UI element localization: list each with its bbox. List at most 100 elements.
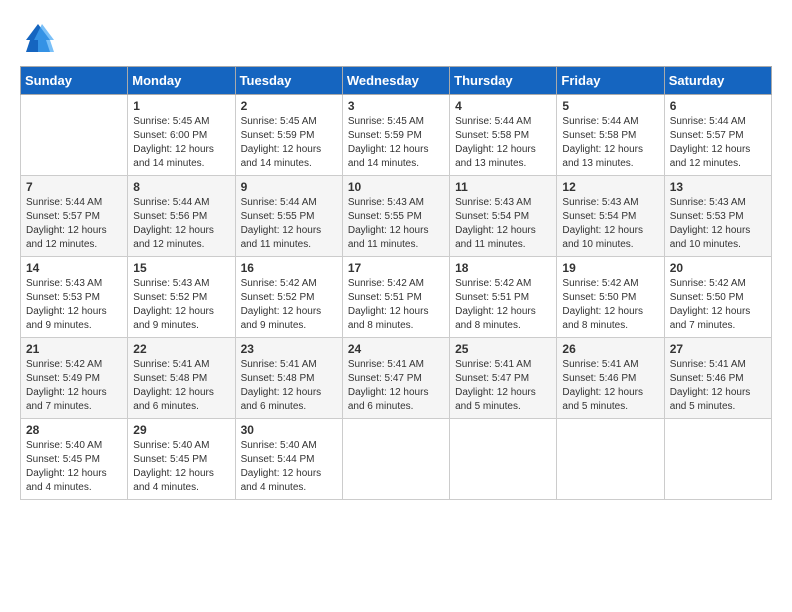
day-info: Sunrise: 5:43 AM Sunset: 5:53 PM Dayligh…	[26, 277, 122, 333]
day-info: Sunrise: 5:41 AM Sunset: 5:47 PM Dayligh…	[348, 358, 444, 414]
day-info: Sunrise: 5:45 AM Sunset: 6:00 PM Dayligh…	[133, 115, 229, 171]
calendar-cell: 26 Sunrise: 5:41 AM Sunset: 5:46 PM Dayli…	[557, 338, 664, 419]
calendar-header-wednesday: Wednesday	[342, 67, 449, 95]
day-number: 2	[241, 99, 337, 113]
calendar-cell: 27 Sunrise: 5:41 AM Sunset: 5:46 PM Dayli…	[664, 338, 771, 419]
calendar-table: SundayMondayTuesdayWednesdayThursdayFrid…	[20, 66, 772, 500]
calendar-cell: 16Sunrise: 5:42 AM Sunset: 5:52 PM Dayli…	[235, 257, 342, 338]
calendar-cell: 22 Sunrise: 5:41 AM Sunset: 5:48 PM Dayli…	[128, 338, 235, 419]
day-number: 8	[133, 180, 229, 194]
calendar-cell: 7 Sunrise: 5:44 AM Sunset: 5:57 PM Daylig…	[21, 176, 128, 257]
day-info: Sunrise: 5:43 AM Sunset: 5:52 PM Dayligh…	[133, 277, 229, 333]
day-info: Sunrise: 5:44 AM Sunset: 5:57 PM Dayligh…	[26, 196, 122, 252]
day-number: 14	[26, 261, 122, 275]
day-info: Sunrise: 5:42 AM Sunset: 5:51 PM Dayligh…	[455, 277, 551, 333]
day-number: 12	[562, 180, 658, 194]
calendar-cell: 14 Sunrise: 5:43 AM Sunset: 5:53 PM Dayli…	[21, 257, 128, 338]
calendar-cell: 24 Sunrise: 5:41 AM Sunset: 5:47 PM Dayli…	[342, 338, 449, 419]
calendar-cell	[450, 419, 557, 500]
calendar-week-row: 14 Sunrise: 5:43 AM Sunset: 5:53 PM Dayli…	[21, 257, 772, 338]
calendar-cell: 3 Sunrise: 5:45 AM Sunset: 5:59 PM Daylig…	[342, 95, 449, 176]
calendar-cell: 6 Sunrise: 5:44 AM Sunset: 5:57 PM Daylig…	[664, 95, 771, 176]
day-number: 9	[241, 180, 337, 194]
day-number: 22	[133, 342, 229, 356]
day-number: 24	[348, 342, 444, 356]
calendar-cell: 13 Sunrise: 5:43 AM Sunset: 5:53 PM Dayli…	[664, 176, 771, 257]
day-info: Sunrise: 5:41 AM Sunset: 5:48 PM Dayligh…	[133, 358, 229, 414]
day-number: 15	[133, 261, 229, 275]
calendar-cell: 18 Sunrise: 5:42 AM Sunset: 5:51 PM Dayli…	[450, 257, 557, 338]
calendar-cell: 30 Sunrise: 5:40 AM Sunset: 5:44 PM Dayli…	[235, 419, 342, 500]
day-number: 6	[670, 99, 766, 113]
calendar-header-monday: Monday	[128, 67, 235, 95]
day-number: 27	[670, 342, 766, 356]
day-number: 1	[133, 99, 229, 113]
day-info: Sunrise: 5:41 AM Sunset: 5:46 PM Dayligh…	[562, 358, 658, 414]
day-info: Sunrise: 5:43 AM Sunset: 5:54 PM Dayligh…	[562, 196, 658, 252]
calendar-week-row: 21Sunrise: 5:42 AM Sunset: 5:49 PM Dayli…	[21, 338, 772, 419]
calendar-cell: 2 Sunrise: 5:45 AM Sunset: 5:59 PM Daylig…	[235, 95, 342, 176]
calendar-header-row: SundayMondayTuesdayWednesdayThursdayFrid…	[21, 67, 772, 95]
calendar-week-row: 7 Sunrise: 5:44 AM Sunset: 5:57 PM Daylig…	[21, 176, 772, 257]
calendar-cell: 5 Sunrise: 5:44 AM Sunset: 5:58 PM Daylig…	[557, 95, 664, 176]
calendar-cell	[342, 419, 449, 500]
day-info: Sunrise: 5:42 AM Sunset: 5:49 PM Dayligh…	[26, 358, 122, 414]
day-info: Sunrise: 5:45 AM Sunset: 5:59 PM Dayligh…	[348, 115, 444, 171]
day-number: 29	[133, 423, 229, 437]
calendar-cell: 19 Sunrise: 5:42 AM Sunset: 5:50 PM Dayli…	[557, 257, 664, 338]
calendar-cell: 10Sunrise: 5:43 AM Sunset: 5:55 PM Dayli…	[342, 176, 449, 257]
calendar-cell: 11 Sunrise: 5:43 AM Sunset: 5:54 PM Dayli…	[450, 176, 557, 257]
day-info: Sunrise: 5:42 AM Sunset: 5:50 PM Dayligh…	[562, 277, 658, 333]
day-info: Sunrise: 5:40 AM Sunset: 5:45 PM Dayligh…	[26, 439, 122, 495]
day-info: Sunrise: 5:44 AM Sunset: 5:58 PM Dayligh…	[455, 115, 551, 171]
day-number: 23	[241, 342, 337, 356]
calendar-cell: 17 Sunrise: 5:42 AM Sunset: 5:51 PM Dayli…	[342, 257, 449, 338]
day-info: Sunrise: 5:44 AM Sunset: 5:55 PM Dayligh…	[241, 196, 337, 252]
calendar-cell: 28Sunrise: 5:40 AM Sunset: 5:45 PM Dayli…	[21, 419, 128, 500]
day-number: 13	[670, 180, 766, 194]
day-info: Sunrise: 5:42 AM Sunset: 5:50 PM Dayligh…	[670, 277, 766, 333]
day-info: Sunrise: 5:41 AM Sunset: 5:46 PM Dayligh…	[670, 358, 766, 414]
day-number: 5	[562, 99, 658, 113]
day-info: Sunrise: 5:40 AM Sunset: 5:44 PM Dayligh…	[241, 439, 337, 495]
calendar-cell	[557, 419, 664, 500]
day-number: 26	[562, 342, 658, 356]
calendar-header-friday: Friday	[557, 67, 664, 95]
logo-icon	[20, 20, 56, 56]
calendar-week-row: 28Sunrise: 5:40 AM Sunset: 5:45 PM Dayli…	[21, 419, 772, 500]
page-header	[20, 20, 772, 56]
day-number: 18	[455, 261, 551, 275]
day-info: Sunrise: 5:43 AM Sunset: 5:53 PM Dayligh…	[670, 196, 766, 252]
day-number: 19	[562, 261, 658, 275]
calendar-cell: 23 Sunrise: 5:41 AM Sunset: 5:48 PM Dayli…	[235, 338, 342, 419]
calendar-cell	[21, 95, 128, 176]
calendar-header-thursday: Thursday	[450, 67, 557, 95]
calendar-cell: 1 Sunrise: 5:45 AM Sunset: 6:00 PM Daylig…	[128, 95, 235, 176]
logo	[20, 20, 60, 56]
day-info: Sunrise: 5:43 AM Sunset: 5:55 PM Dayligh…	[348, 196, 444, 252]
calendar-cell: 20 Sunrise: 5:42 AM Sunset: 5:50 PM Dayli…	[664, 257, 771, 338]
day-info: Sunrise: 5:40 AM Sunset: 5:45 PM Dayligh…	[133, 439, 229, 495]
calendar-cell: 15 Sunrise: 5:43 AM Sunset: 5:52 PM Dayli…	[128, 257, 235, 338]
day-number: 25	[455, 342, 551, 356]
day-number: 20	[670, 261, 766, 275]
calendar-cell: 9 Sunrise: 5:44 AM Sunset: 5:55 PM Daylig…	[235, 176, 342, 257]
day-info: Sunrise: 5:41 AM Sunset: 5:47 PM Dayligh…	[455, 358, 551, 414]
calendar-header-saturday: Saturday	[664, 67, 771, 95]
day-info: Sunrise: 5:44 AM Sunset: 5:57 PM Dayligh…	[670, 115, 766, 171]
calendar-cell: 12 Sunrise: 5:43 AM Sunset: 5:54 PM Dayli…	[557, 176, 664, 257]
calendar-cell: 8 Sunrise: 5:44 AM Sunset: 5:56 PM Daylig…	[128, 176, 235, 257]
day-number: 16	[241, 261, 337, 275]
day-info: Sunrise: 5:41 AM Sunset: 5:48 PM Dayligh…	[241, 358, 337, 414]
day-info: Sunrise: 5:45 AM Sunset: 5:59 PM Dayligh…	[241, 115, 337, 171]
day-number: 17	[348, 261, 444, 275]
day-number: 11	[455, 180, 551, 194]
calendar-week-row: 1 Sunrise: 5:45 AM Sunset: 6:00 PM Daylig…	[21, 95, 772, 176]
day-info: Sunrise: 5:42 AM Sunset: 5:51 PM Dayligh…	[348, 277, 444, 333]
day-number: 30	[241, 423, 337, 437]
day-number: 7	[26, 180, 122, 194]
day-info: Sunrise: 5:44 AM Sunset: 5:56 PM Dayligh…	[133, 196, 229, 252]
day-info: Sunrise: 5:43 AM Sunset: 5:54 PM Dayligh…	[455, 196, 551, 252]
day-info: Sunrise: 5:44 AM Sunset: 5:58 PM Dayligh…	[562, 115, 658, 171]
day-number: 3	[348, 99, 444, 113]
